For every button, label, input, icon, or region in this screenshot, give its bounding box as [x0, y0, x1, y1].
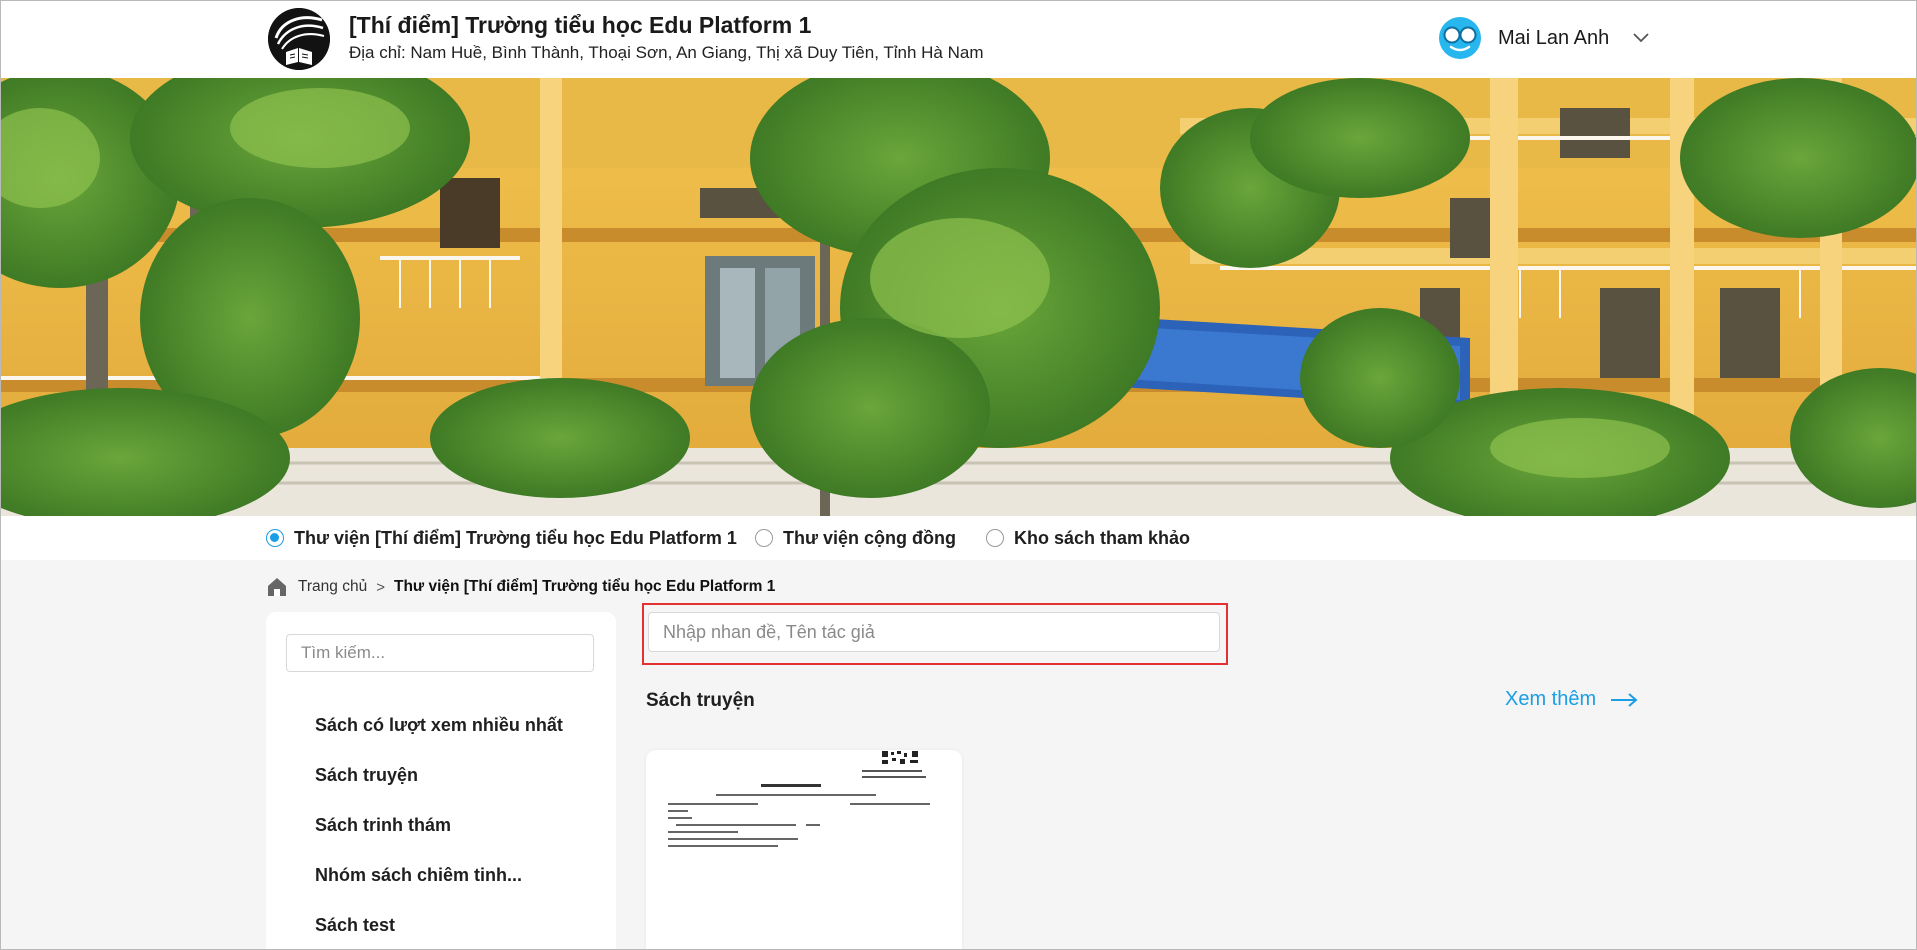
sidebar-search-input[interactable]	[286, 634, 594, 672]
category-item[interactable]: Sách test	[315, 900, 563, 950]
library-selector: Thư viện [Thí điểm] Trường tiểu học Edu …	[0, 516, 1917, 560]
library-option-school[interactable]: Thư viện [Thí điểm] Trường tiểu học Edu …	[266, 516, 737, 560]
category-item[interactable]: Sách truyện	[315, 750, 563, 800]
see-more-link[interactable]: Xem thêm	[1505, 688, 1638, 711]
radio-selected[interactable]	[266, 529, 284, 547]
school-name: [Thí điểm] Trường tiểu học Edu Platform …	[349, 12, 812, 38]
library-option-label: Thư viện [Thí điểm] Trường tiểu học Edu …	[294, 527, 737, 548]
radio-unselected[interactable]	[755, 529, 773, 547]
search-highlight-box	[642, 603, 1228, 665]
breadcrumb-separator: >	[376, 578, 385, 596]
user-name: Mai Lan Anh	[1498, 26, 1610, 49]
top-header: [Thí điểm] Trường tiểu học Edu Platform …	[0, 0, 1917, 78]
breadcrumb: Trang chủ > Thư viện [Thí điểm] Trường t…	[266, 574, 775, 600]
book-card[interactable]	[646, 750, 962, 950]
home-icon[interactable]	[266, 576, 288, 598]
see-more-label: Xem thêm	[1505, 688, 1597, 710]
library-option-reference[interactable]: Kho sách tham khảo	[986, 516, 1190, 560]
radio-unselected[interactable]	[986, 529, 1004, 547]
category-item[interactable]: Sách trinh thám	[315, 800, 563, 850]
book-logo-icon[interactable]	[268, 8, 330, 70]
library-option-community[interactable]: Thư viện cộng đồng	[755, 516, 956, 560]
category-sidebar: Sách có lượt xem nhiều nhất Sách truyện …	[266, 612, 616, 950]
library-option-label: Kho sách tham khảo	[1014, 527, 1191, 548]
glasses-face-avatar-icon[interactable]	[1438, 16, 1482, 60]
book-search-input[interactable]	[648, 612, 1220, 652]
user-menu[interactable]: Mai Lan Anh	[1438, 16, 1651, 60]
library-notice-document-thumbnail	[646, 750, 962, 950]
library-option-label: Thư viện cộng đồng	[783, 527, 957, 548]
section-title: Sách truyện	[646, 690, 755, 711]
breadcrumb-current: Thư viện [Thí điểm] Trường tiểu học Edu …	[393, 578, 776, 595]
category-item[interactable]: Nhóm sách chiêm tinh...	[315, 850, 563, 900]
category-list: Sách có lượt xem nhiều nhất Sách truyện …	[315, 700, 563, 950]
chevron-down-icon[interactable]	[1631, 28, 1651, 48]
category-item[interactable]: Sách có lượt xem nhiều nhất	[315, 700, 563, 750]
arrow-right-icon	[1611, 692, 1638, 707]
school-address: Địa chỉ: Nam Huề, Bình Thành, Thoại Sơn,…	[349, 43, 984, 62]
school-banner-image	[0, 78, 1917, 516]
breadcrumb-home-link[interactable]: Trang chủ	[298, 578, 367, 596]
